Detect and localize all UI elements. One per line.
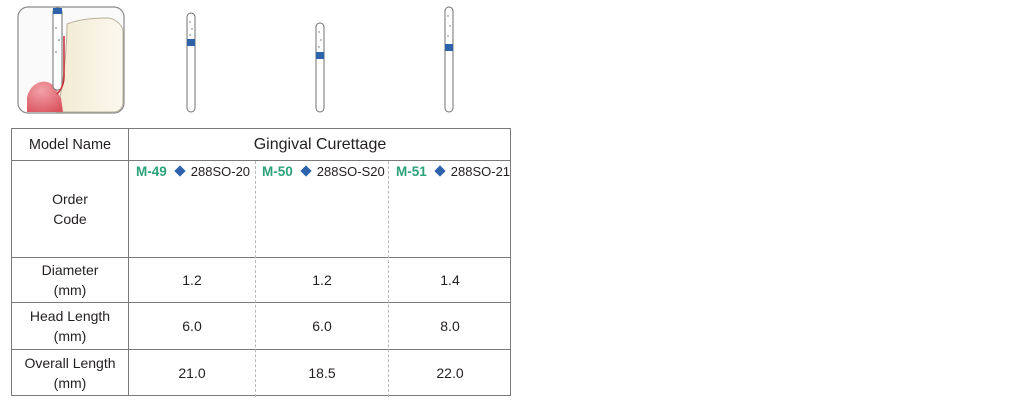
bur-m50-illustration bbox=[315, 22, 325, 113]
overall-length-m49: 21.0 bbox=[178, 365, 206, 381]
model-code: M-51 bbox=[396, 163, 427, 179]
diameter-label: Diameter (mm) bbox=[41, 262, 99, 298]
overall-length-m51: 22.0 bbox=[436, 365, 464, 381]
group-title: Gingival Curettage bbox=[253, 135, 387, 153]
bur-m51-illustration bbox=[444, 6, 454, 113]
overall-length-label: Overall Length (mm) bbox=[24, 355, 116, 391]
product-code: 288SO-S20 bbox=[316, 163, 385, 179]
product-code: 288SO-20 bbox=[190, 163, 251, 179]
head-length-m49: 6.0 bbox=[182, 318, 202, 334]
diamond-icon bbox=[174, 165, 186, 177]
head-length-label: Head Length (mm) bbox=[29, 308, 111, 344]
diameter-m50: 1.2 bbox=[312, 272, 332, 288]
order-code-label: Order Code bbox=[52, 191, 88, 227]
head-length-m50: 6.0 bbox=[312, 318, 332, 334]
product-code: 288SO-21 bbox=[450, 163, 511, 179]
illustration-strip bbox=[0, 0, 520, 125]
order-code-m51: M-51 288SO-21 bbox=[396, 161, 510, 181]
overall-length-m50: 18.5 bbox=[308, 365, 336, 381]
spec-table: Model Name Gingival Curettage Order Code… bbox=[11, 128, 511, 397]
tooth-with-bur-illustration bbox=[17, 6, 125, 114]
order-code-m50: M-50 288SO-S20 bbox=[262, 161, 385, 181]
model-name-header: Model Name bbox=[28, 136, 112, 153]
diamond-icon bbox=[434, 165, 446, 177]
diameter-m49: 1.2 bbox=[182, 272, 202, 288]
diamond-icon bbox=[300, 165, 312, 177]
model-code: M-50 bbox=[262, 163, 293, 179]
order-code-m49: M-49 288SO-20 bbox=[136, 161, 250, 181]
bur-m49-illustration bbox=[186, 12, 196, 113]
diameter-m51: 1.4 bbox=[440, 272, 460, 288]
model-code: M-49 bbox=[136, 163, 167, 179]
head-length-m51: 8.0 bbox=[440, 318, 460, 334]
